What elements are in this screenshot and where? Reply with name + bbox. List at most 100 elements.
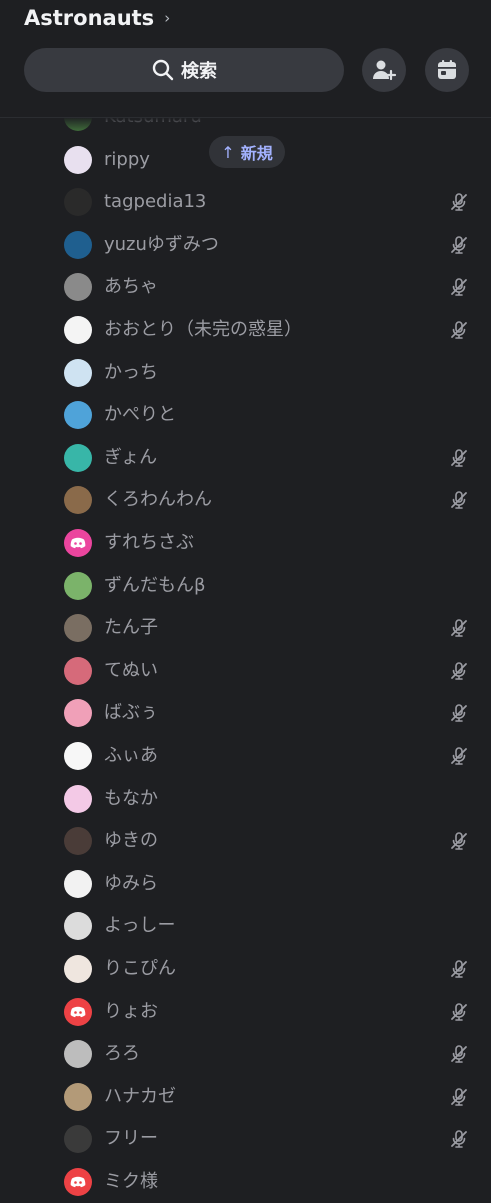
member-row[interactable]: ろろ <box>0 1033 491 1075</box>
member-row[interactable]: ふぃあ <box>0 735 491 777</box>
member-name: かぺりと <box>104 404 176 426</box>
member-row[interactable]: ばぶぅ <box>0 692 491 734</box>
avatar <box>64 358 92 387</box>
member-row[interactable]: yuzuゆずみつ <box>0 224 491 266</box>
list-fade <box>0 117 491 131</box>
member-row[interactable]: ミク様 <box>0 1161 491 1203</box>
avatar <box>64 955 92 983</box>
microphone-muted-icon <box>449 490 469 510</box>
member-name: ふぃあ <box>104 745 158 766</box>
member-name: おおとり（未完の惑星） <box>104 319 302 340</box>
avatar <box>64 316 92 344</box>
search-button[interactable]: 検索 <box>24 48 344 92</box>
avatar <box>64 1040 92 1069</box>
microphone-muted-icon <box>449 703 469 723</box>
member-name: ミク様 <box>104 1171 158 1192</box>
member-row[interactable]: くろわんわん <box>0 479 491 521</box>
member-row[interactable]: あちゃ <box>0 266 491 308</box>
member-name: ろろ <box>104 1043 140 1065</box>
new-messages-pill[interactable]: ↑ 新規 <box>209 136 285 168</box>
avatar <box>64 1125 92 1154</box>
search-label: 検索 <box>181 61 217 82</box>
member-row[interactable]: ゆきの <box>0 820 491 862</box>
member-name: かっち <box>104 361 158 383</box>
member-name: rippy <box>104 148 150 170</box>
member-name: フリー <box>104 1128 158 1150</box>
member-row[interactable]: たん子 <box>0 607 491 649</box>
member-row[interactable]: フリー <box>0 1118 491 1160</box>
member-name: くろわんわん <box>104 489 212 511</box>
microphone-muted-icon <box>449 831 469 851</box>
member-row[interactable]: りこぴん <box>0 948 491 990</box>
microphone-muted-icon <box>449 959 469 979</box>
avatar <box>64 571 92 600</box>
server-name: Astronauts <box>24 6 155 30</box>
member-name: てぬい <box>104 659 158 681</box>
member-row[interactable]: ずんだもんβ <box>0 565 491 607</box>
member-row[interactable]: ゆみら <box>0 863 491 905</box>
member-row[interactable]: りょお <box>0 991 491 1033</box>
member-name: りこぴん <box>104 958 176 979</box>
member-name: ハナカゼ <box>104 1085 176 1107</box>
microphone-muted-icon <box>449 448 469 468</box>
avatar <box>64 273 92 302</box>
avatar <box>64 699 92 728</box>
member-row[interactable]: ぎょん <box>0 437 491 479</box>
microphone-muted-icon <box>449 1087 469 1107</box>
avatar <box>64 656 92 685</box>
microphone-muted-icon <box>449 277 469 297</box>
avatar <box>64 742 92 770</box>
member-row[interactable]: すれちさぶ <box>0 522 491 564</box>
microphone-muted-icon <box>449 1044 469 1064</box>
member-name: すれちさぶ <box>104 532 194 553</box>
member-name: ゆみら <box>104 872 158 894</box>
avatar <box>64 912 92 941</box>
microphone-muted-icon <box>449 746 469 766</box>
avatar <box>64 145 92 174</box>
member-name: ずんだもんβ <box>104 574 206 596</box>
member-name: ばぶぅ <box>104 702 158 724</box>
member-row[interactable]: よっしー <box>0 905 491 947</box>
microphone-muted-icon <box>449 192 469 212</box>
member-row[interactable]: もなか <box>0 778 491 820</box>
avatar <box>64 784 92 813</box>
member-name: ぎょん <box>104 446 158 468</box>
server-header: Astronauts › 検索 <box>0 0 491 118</box>
microphone-muted-icon <box>449 320 469 340</box>
avatar <box>64 869 92 898</box>
discord-logo-avatar <box>64 529 92 557</box>
chevron-right-icon: › <box>164 9 171 27</box>
calendar-icon <box>438 60 456 79</box>
avatar <box>64 188 92 217</box>
member-row[interactable]: ハナカゼ <box>0 1076 491 1118</box>
add-member-icon <box>373 60 397 81</box>
microphone-muted-icon <box>449 661 469 681</box>
member-row[interactable]: おおとり（未完の惑星） <box>0 309 491 351</box>
member-row[interactable]: かぺりと <box>0 394 491 436</box>
discord-logo-avatar <box>64 1168 92 1196</box>
member-name: もなか <box>104 787 158 809</box>
member-row[interactable]: かっち <box>0 352 491 394</box>
microphone-muted-icon <box>449 235 469 255</box>
member-row[interactable]: てぬい <box>0 650 491 692</box>
avatar <box>64 230 92 259</box>
events-button[interactable] <box>425 48 469 92</box>
search-icon <box>152 59 174 81</box>
arrow-up-icon: ↑ <box>221 142 235 162</box>
member-name: yuzuゆずみつ <box>104 233 219 255</box>
server-name-button[interactable]: Astronauts › <box>24 6 170 30</box>
avatar <box>64 443 92 472</box>
microphone-muted-icon <box>449 1002 469 1022</box>
new-pill-label: 新規 <box>240 144 273 163</box>
member-row[interactable]: tagpedia13 <box>0 181 491 223</box>
member-name: ゆきの <box>104 830 158 852</box>
avatar <box>64 486 92 515</box>
avatar <box>64 614 92 643</box>
add-member-button[interactable] <box>362 48 406 92</box>
discord-logo-avatar <box>64 997 92 1026</box>
member-name: よっしー <box>104 915 176 937</box>
member-name: tagpedia13 <box>104 191 207 213</box>
member-name: りょお <box>104 1000 158 1022</box>
avatar <box>64 827 92 856</box>
microphone-muted-icon <box>449 1129 469 1149</box>
